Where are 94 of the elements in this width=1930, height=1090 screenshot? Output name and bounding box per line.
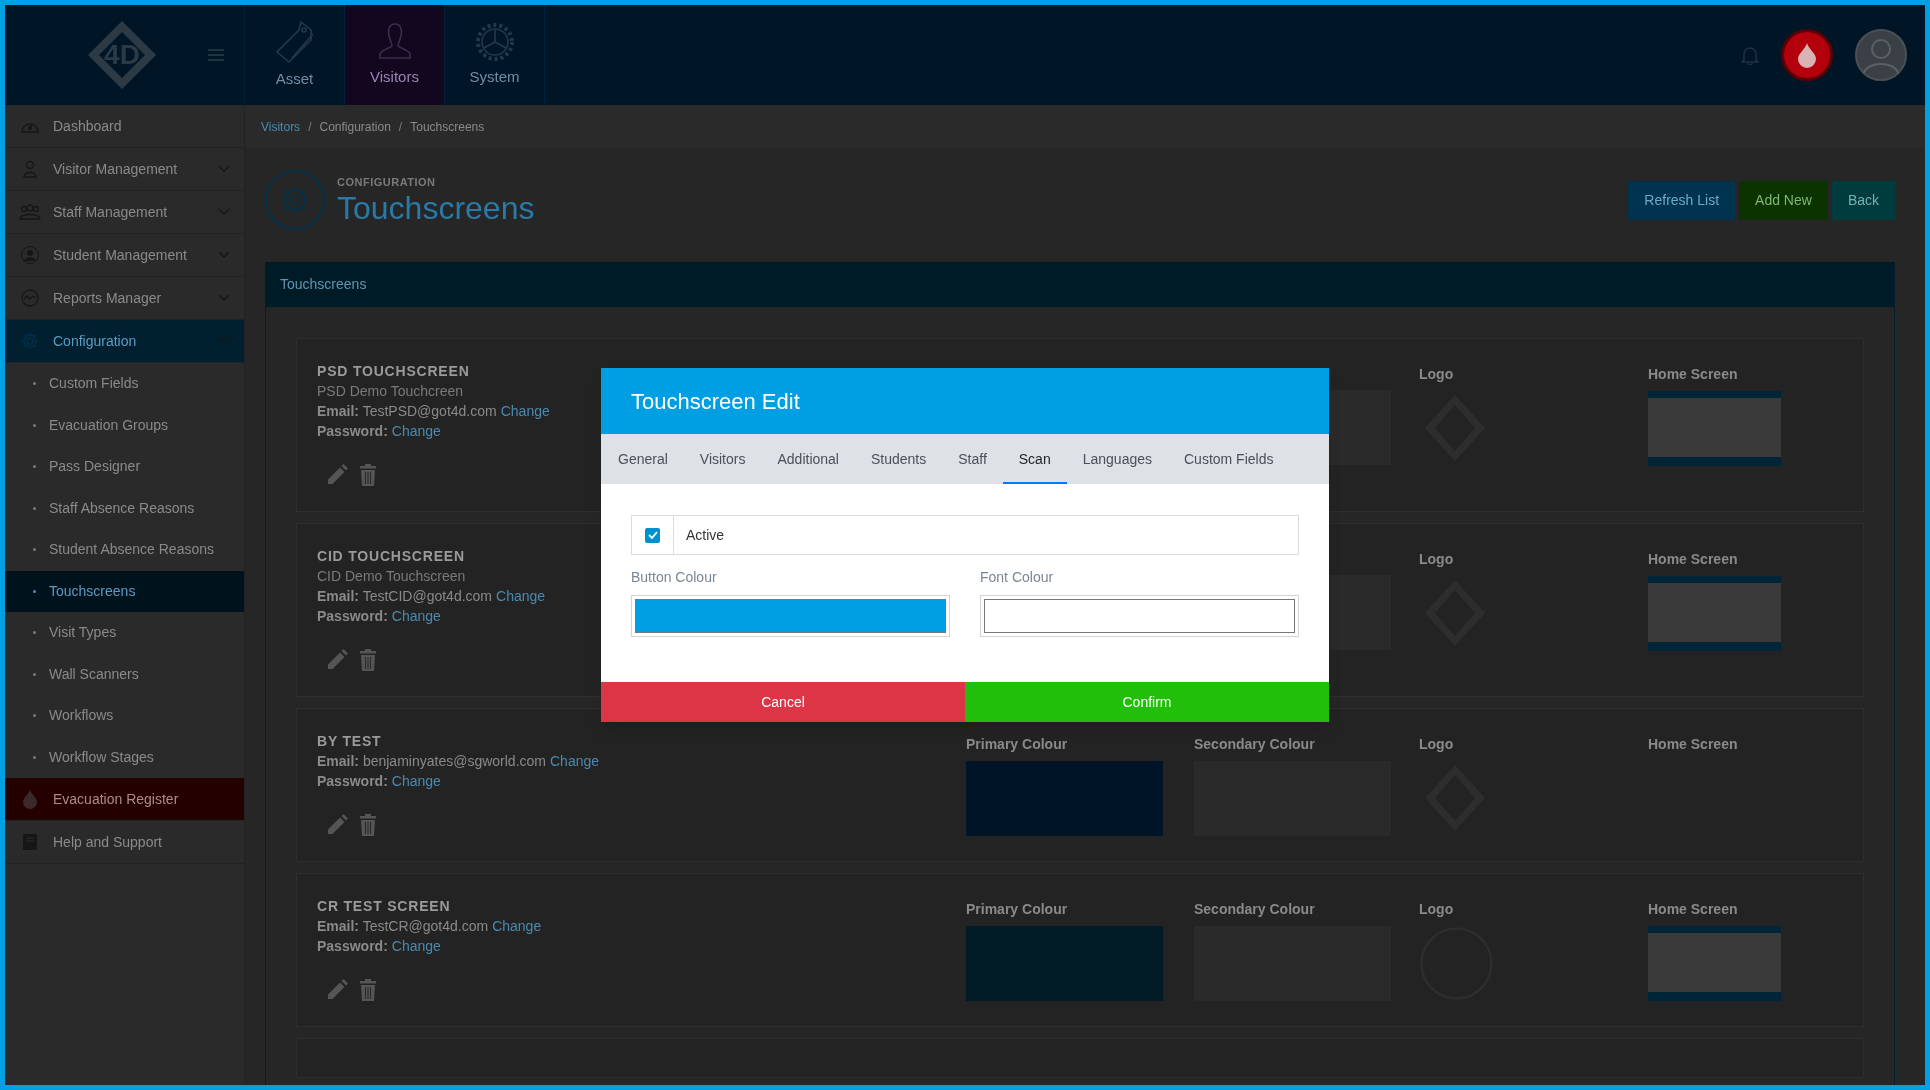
password-label: Password: bbox=[317, 937, 388, 956]
drop-icon bbox=[22, 789, 38, 809]
column-label: Logo bbox=[1419, 365, 1454, 384]
change-link[interactable]: Change bbox=[550, 751, 600, 771]
dialog-tab[interactable]: General bbox=[602, 434, 684, 484]
breadcrumb-separator: / bbox=[398, 118, 403, 136]
bullet-icon bbox=[33, 548, 36, 552]
email-text: Email: TestCID@got4d.com bbox=[317, 587, 493, 606]
change-link[interactable]: Change bbox=[496, 586, 546, 606]
bullet-icon bbox=[33, 382, 36, 386]
avatar-icon[interactable] bbox=[1855, 29, 1907, 81]
gear-icon bbox=[474, 21, 515, 62]
email-text: Email: TestPSD@got4d.com bbox=[317, 402, 497, 421]
edit-icon[interactable] bbox=[325, 978, 349, 1002]
column-label: Home Screen bbox=[1648, 365, 1738, 384]
chevron-down-icon bbox=[218, 337, 230, 345]
change-link[interactable]: Change bbox=[391, 421, 441, 441]
bullet-icon bbox=[33, 714, 36, 718]
drop-icon bbox=[1797, 42, 1817, 68]
column-label: Logo bbox=[1419, 735, 1454, 754]
column-label: Home Screen bbox=[1648, 735, 1738, 754]
edit-icon[interactable] bbox=[325, 813, 349, 837]
evacuation-button[interactable] bbox=[1781, 29, 1833, 81]
bullet-icon bbox=[33, 672, 36, 676]
bullet-icon bbox=[33, 423, 36, 427]
change-link[interactable]: Change bbox=[391, 771, 441, 791]
password-label: Password: bbox=[317, 607, 388, 626]
nav-tab[interactable]: Visitors bbox=[345, 5, 445, 105]
gear-icon bbox=[21, 332, 39, 350]
change-link[interactable]: Change bbox=[492, 916, 542, 936]
field-label: Button Colour bbox=[631, 568, 718, 587]
dialog-title: Touchscreen Edit bbox=[631, 387, 800, 416]
delete-icon[interactable] bbox=[359, 978, 377, 1002]
card-title: BY TEST bbox=[317, 732, 382, 751]
dialog-button[interactable]: Confirm bbox=[965, 682, 1329, 722]
change-link[interactable]: Change bbox=[391, 606, 441, 626]
card-description: CID Demo Touchscreen bbox=[317, 567, 466, 586]
column-label: Home Screen bbox=[1648, 550, 1738, 569]
bullet-icon bbox=[33, 465, 36, 469]
password-label: Password: bbox=[317, 772, 388, 791]
edit-icon[interactable] bbox=[325, 648, 349, 672]
delete-icon[interactable] bbox=[359, 648, 377, 672]
card-title: CR TEST SCREEN bbox=[317, 897, 451, 916]
edit-icon[interactable] bbox=[325, 463, 349, 487]
card-description: PSD Demo Touchcreen bbox=[317, 382, 464, 401]
dialog-button[interactable]: Cancel bbox=[601, 682, 965, 722]
dialog-tab[interactable]: Students bbox=[854, 434, 943, 484]
column-label: Primary Colour bbox=[966, 900, 1068, 919]
field-label: Font Colour bbox=[980, 568, 1055, 587]
sidebar-item[interactable]: Configuration bbox=[5, 320, 244, 363]
dialog-tab[interactable]: Custom Fields bbox=[1168, 434, 1290, 484]
dialog-tab[interactable]: Additional bbox=[761, 434, 855, 484]
dialog-tab[interactable]: Visitors bbox=[683, 434, 762, 484]
column-label: Logo bbox=[1419, 900, 1454, 919]
bell-icon[interactable] bbox=[1741, 45, 1759, 65]
card-title: CID TOUCHSCREEN bbox=[317, 547, 465, 566]
column-label: Primary Colour bbox=[966, 735, 1068, 754]
breadcrumb-item: Touchscreens bbox=[410, 118, 485, 136]
dialog-tab[interactable]: Staff bbox=[942, 434, 1003, 484]
delete-icon[interactable] bbox=[359, 813, 377, 837]
person-icon bbox=[377, 21, 412, 62]
sidebar-item[interactable]: Touchscreens bbox=[5, 570, 244, 612]
header-button[interactable]: Add New bbox=[1739, 180, 1828, 220]
menu-icon[interactable] bbox=[208, 49, 224, 61]
email-text: Email: benjaminyates@sgworld.com bbox=[317, 752, 546, 771]
header-button[interactable]: Back bbox=[1831, 180, 1895, 220]
delete-icon[interactable] bbox=[359, 463, 377, 487]
password-label: Password: bbox=[317, 422, 388, 441]
bullet-icon bbox=[33, 589, 36, 593]
panel-title: Touchscreens bbox=[280, 275, 367, 294]
tag-icon bbox=[274, 19, 315, 64]
header-button[interactable]: Refresh List bbox=[1628, 180, 1736, 220]
change-link[interactable]: Change bbox=[391, 936, 441, 956]
dialog-tab[interactable]: Scan bbox=[1002, 434, 1067, 484]
change-link[interactable]: Change bbox=[500, 401, 550, 421]
column-label: Secondary Colour bbox=[1194, 900, 1315, 919]
column-label: Secondary Colour bbox=[1194, 735, 1315, 754]
email-text: Email: TestCR@got4d.com bbox=[317, 917, 489, 936]
column-label: Home Screen bbox=[1648, 900, 1738, 919]
breadcrumb-link[interactable]: Visitors bbox=[261, 117, 301, 136]
card-title: PSD TOUCHSCREEN bbox=[317, 362, 470, 381]
sidebar-item[interactable]: Evacuation Register bbox=[5, 778, 244, 821]
bullet-icon bbox=[33, 755, 36, 759]
checkbox-label: Active bbox=[686, 525, 725, 545]
dialog-tab[interactable]: Languages bbox=[1066, 434, 1168, 484]
bullet-icon bbox=[33, 506, 36, 510]
page-kicker: CONFIGURATION bbox=[337, 174, 437, 190]
breadcrumb-item: Configuration bbox=[319, 118, 391, 136]
column-label: Logo bbox=[1419, 550, 1454, 569]
bullet-icon bbox=[33, 631, 36, 635]
breadcrumb-separator: / bbox=[308, 118, 312, 136]
gear-icon bbox=[265, 170, 325, 230]
page-title: Touchscreens bbox=[337, 190, 535, 227]
active-checkbox[interactable] bbox=[645, 527, 660, 543]
